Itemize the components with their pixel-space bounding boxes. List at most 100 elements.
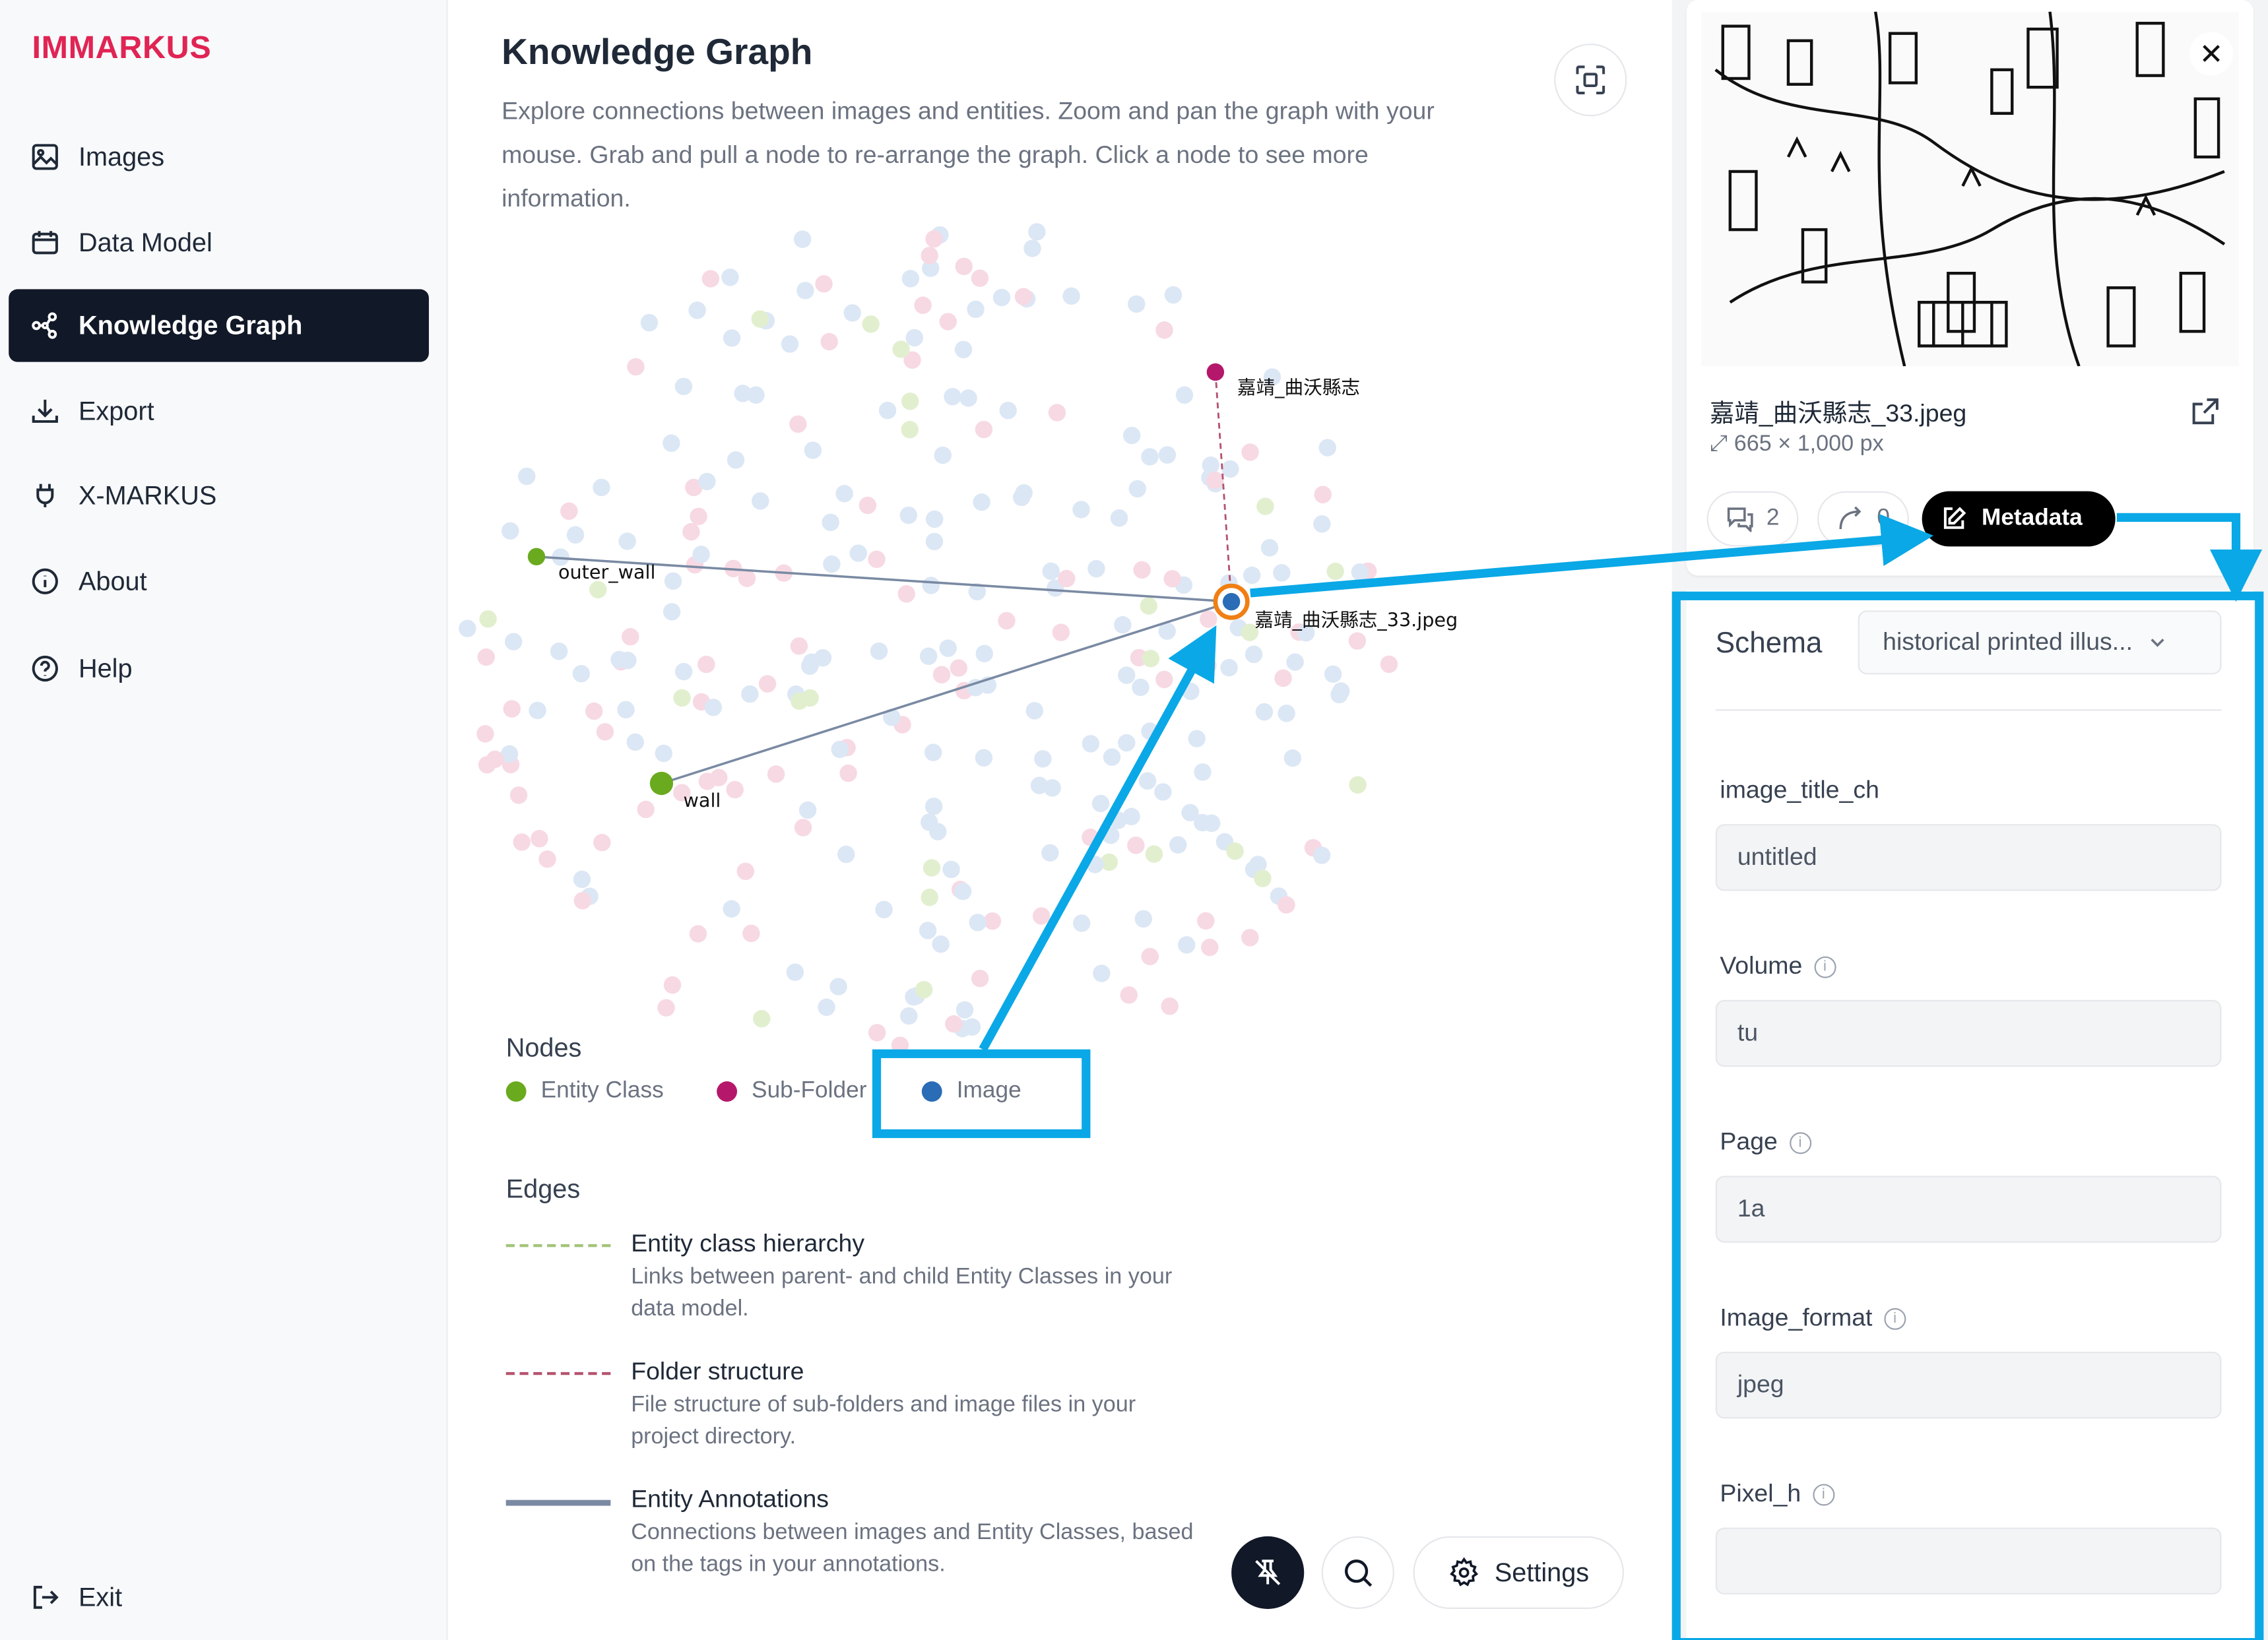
background-graph-node[interactable] (1158, 446, 1177, 464)
background-graph-node[interactable] (663, 976, 682, 994)
background-graph-node[interactable] (915, 980, 933, 999)
background-graph-node[interactable] (963, 1018, 981, 1036)
background-graph-node[interactable] (585, 702, 603, 720)
background-graph-node[interactable] (1161, 997, 1179, 1015)
background-graph-node[interactable] (849, 544, 867, 562)
background-graph-node[interactable] (1128, 480, 1147, 498)
background-graph-node[interactable] (1245, 645, 1263, 664)
background-graph-node[interactable] (796, 282, 814, 300)
background-graph-node[interactable] (736, 862, 755, 881)
background-graph-node[interactable] (901, 270, 920, 288)
background-graph-node[interactable] (734, 385, 752, 402)
background-graph-node[interactable] (566, 526, 585, 544)
background-graph-node[interactable] (901, 421, 919, 439)
background-graph-node[interactable] (818, 998, 835, 1017)
background-graph-node[interactable] (1202, 457, 1220, 474)
background-graph-node[interactable] (954, 883, 972, 900)
info-icon[interactable]: i (1884, 1307, 1906, 1329)
background-graph-node[interactable] (1182, 682, 1200, 701)
background-graph-node[interactable] (518, 467, 536, 486)
background-graph-node[interactable] (1188, 730, 1206, 747)
volume-input[interactable]: tu (1715, 999, 2222, 1067)
background-graph-node[interactable] (1127, 836, 1145, 854)
background-graph-node[interactable] (1141, 722, 1159, 740)
background-graph-node[interactable] (875, 900, 893, 918)
background-graph-node[interactable] (905, 329, 924, 347)
background-graph-node[interactable] (1273, 564, 1291, 582)
background-graph-node[interactable] (919, 922, 937, 939)
background-graph-node[interactable] (479, 610, 497, 628)
background-graph-node[interactable] (751, 310, 769, 328)
background-graph-node[interactable] (1175, 386, 1194, 404)
background-graph-node[interactable] (1052, 623, 1070, 641)
background-graph-node[interactable] (692, 546, 710, 563)
background-graph-node[interactable] (572, 664, 591, 683)
background-graph-node[interactable] (704, 699, 723, 716)
background-graph-node[interactable] (1178, 936, 1196, 954)
background-graph-node[interactable] (868, 550, 886, 569)
background-graph-node[interactable] (786, 963, 804, 981)
background-graph-node[interactable] (1032, 907, 1051, 925)
background-graph-node[interactable] (1206, 471, 1224, 489)
background-graph-node[interactable] (610, 650, 628, 669)
background-graph-node[interactable] (1274, 669, 1292, 687)
background-graph-node[interactable] (1058, 569, 1076, 588)
background-graph-node[interactable] (573, 870, 591, 889)
background-graph-node[interactable] (921, 813, 938, 831)
background-graph-node[interactable] (969, 914, 987, 931)
background-graph-node[interactable] (1241, 443, 1259, 461)
background-graph-node[interactable] (1348, 632, 1367, 650)
background-graph-node[interactable] (1048, 404, 1066, 422)
background-graph-node[interactable] (1194, 813, 1212, 832)
background-graph-node[interactable] (1220, 658, 1238, 677)
background-graph-node[interactable] (640, 313, 659, 332)
background-graph-node[interactable] (891, 1036, 909, 1054)
background-graph-node[interactable] (1332, 682, 1350, 700)
background-graph-node[interactable] (738, 569, 756, 587)
background-graph-node[interactable] (753, 1010, 771, 1028)
background-graph-node[interactable] (1283, 749, 1302, 767)
relations-count-button[interactable]: 0 (1817, 491, 1909, 547)
background-graph-node[interactable] (837, 845, 855, 864)
background-graph-node[interactable] (1110, 509, 1128, 527)
background-graph-node[interactable] (1142, 650, 1160, 668)
background-graph-node[interactable] (698, 472, 716, 491)
background-graph-node[interactable] (1324, 665, 1342, 683)
info-icon[interactable]: i (1812, 1483, 1834, 1505)
background-graph-node[interactable] (870, 642, 888, 660)
background-graph-node[interactable] (798, 801, 817, 819)
background-graph-node[interactable] (971, 269, 989, 287)
background-graph-node[interactable] (1255, 703, 1274, 721)
background-graph-node[interactable] (899, 506, 917, 524)
background-graph-node[interactable] (934, 446, 952, 464)
background-graph-node[interactable] (1138, 772, 1157, 790)
background-graph-node[interactable] (1318, 439, 1336, 457)
background-graph-node[interactable] (655, 744, 672, 763)
background-graph-node[interactable] (815, 275, 833, 293)
background-graph-node[interactable] (820, 332, 838, 351)
exit-button[interactable]: Exit (9, 1561, 429, 1633)
background-graph-node[interactable] (956, 1001, 974, 1019)
background-graph-node[interactable] (626, 733, 645, 751)
background-graph-node[interactable] (1241, 929, 1259, 947)
background-graph-node[interactable] (781, 335, 799, 353)
background-graph-node[interactable] (459, 619, 476, 637)
background-graph-node[interactable] (1109, 811, 1127, 829)
background-graph-node[interactable] (971, 969, 989, 988)
metadata-tab-button[interactable]: Metadata (1922, 491, 2116, 547)
sidebar-item-help[interactable]: Help (9, 632, 429, 705)
background-graph-node[interactable] (550, 643, 568, 660)
background-graph-node[interactable] (1278, 705, 1295, 722)
background-graph-node[interactable] (509, 786, 528, 804)
pixel-h-input[interactable] (1715, 1527, 2222, 1594)
background-graph-node[interactable] (801, 689, 819, 707)
background-graph-node[interactable] (924, 743, 942, 761)
background-graph-node[interactable] (673, 689, 691, 707)
background-graph-node[interactable] (839, 764, 857, 782)
background-graph-node[interactable] (1025, 702, 1044, 720)
background-graph-node[interactable] (637, 800, 655, 819)
background-graph-node[interactable] (593, 833, 611, 852)
external-link-icon[interactable] (2189, 395, 2221, 427)
sub-folder-node[interactable] (1206, 363, 1225, 381)
background-graph-node[interactable] (1093, 964, 1111, 982)
